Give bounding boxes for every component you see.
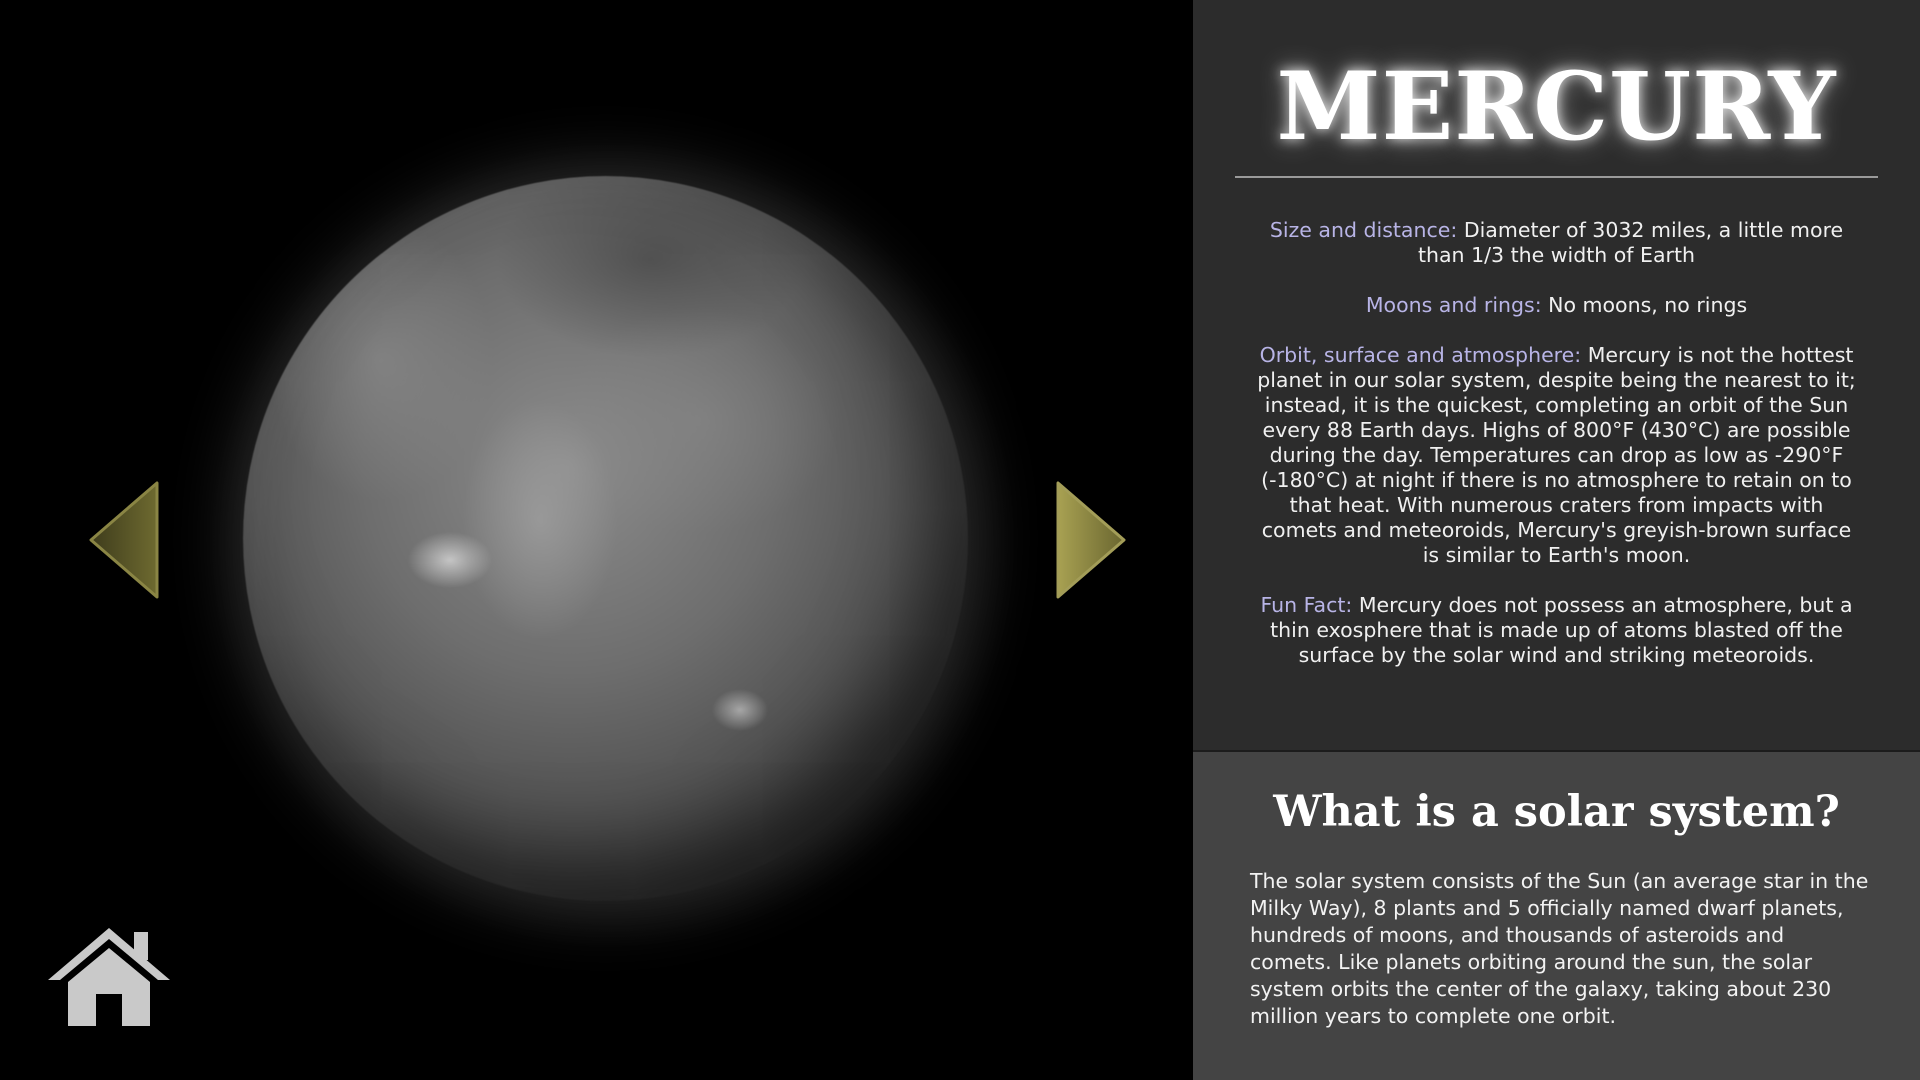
fact-orbit: Orbit, surface and atmosphere: Mercury i… [1251, 343, 1862, 568]
planet-facts: Size and distance: Diameter of 3032 mile… [1251, 218, 1862, 693]
planet-facts-section: MERCURY Size and distance: Diameter of 3… [1193, 0, 1920, 750]
fact-text-moons: No moons, no rings [1548, 293, 1748, 317]
solar-system-heading: What is a solar system? [1273, 787, 1840, 837]
fact-fun: Fun Fact: Mercury does not possess an at… [1251, 593, 1862, 668]
info-panel: MERCURY Size and distance: Diameter of 3… [1193, 0, 1920, 1080]
planet-info-screen: MERCURY Size and distance: Diameter of 3… [0, 0, 1920, 1080]
triangle-left-icon [89, 481, 159, 599]
fact-label-orbit: Orbit, surface and atmosphere: [1259, 343, 1582, 367]
fact-label-fun: Fun Fact: [1260, 593, 1353, 617]
mercury-planet-image [243, 176, 968, 901]
planet-title: MERCURY [1276, 52, 1837, 162]
solar-system-section: What is a solar system? The solar system… [1193, 752, 1920, 1080]
previous-planet-button[interactable] [85, 475, 165, 605]
fact-text-size: Diameter of 3032 miles, a little more th… [1417, 218, 1844, 267]
title-divider [1235, 176, 1878, 178]
triangle-right-icon [1056, 481, 1126, 599]
fact-moons: Moons and rings: No moons, no rings [1251, 293, 1862, 318]
solar-system-description: The solar system consists of the Sun (an… [1250, 869, 1869, 1028]
fact-label-moons: Moons and rings: [1365, 293, 1542, 317]
fact-size: Size and distance: Diameter of 3032 mile… [1251, 218, 1862, 268]
home-button[interactable] [46, 922, 172, 1028]
planet-viewer [0, 0, 1193, 1080]
house-icon [48, 928, 170, 1026]
fact-label-size: Size and distance: [1269, 218, 1458, 242]
next-planet-button[interactable] [1050, 475, 1130, 605]
fact-text-orbit: Mercury is not the hottest planet in our… [1257, 343, 1856, 567]
fact-text-fun: Mercury does not possess an atmosphere, … [1270, 593, 1853, 667]
